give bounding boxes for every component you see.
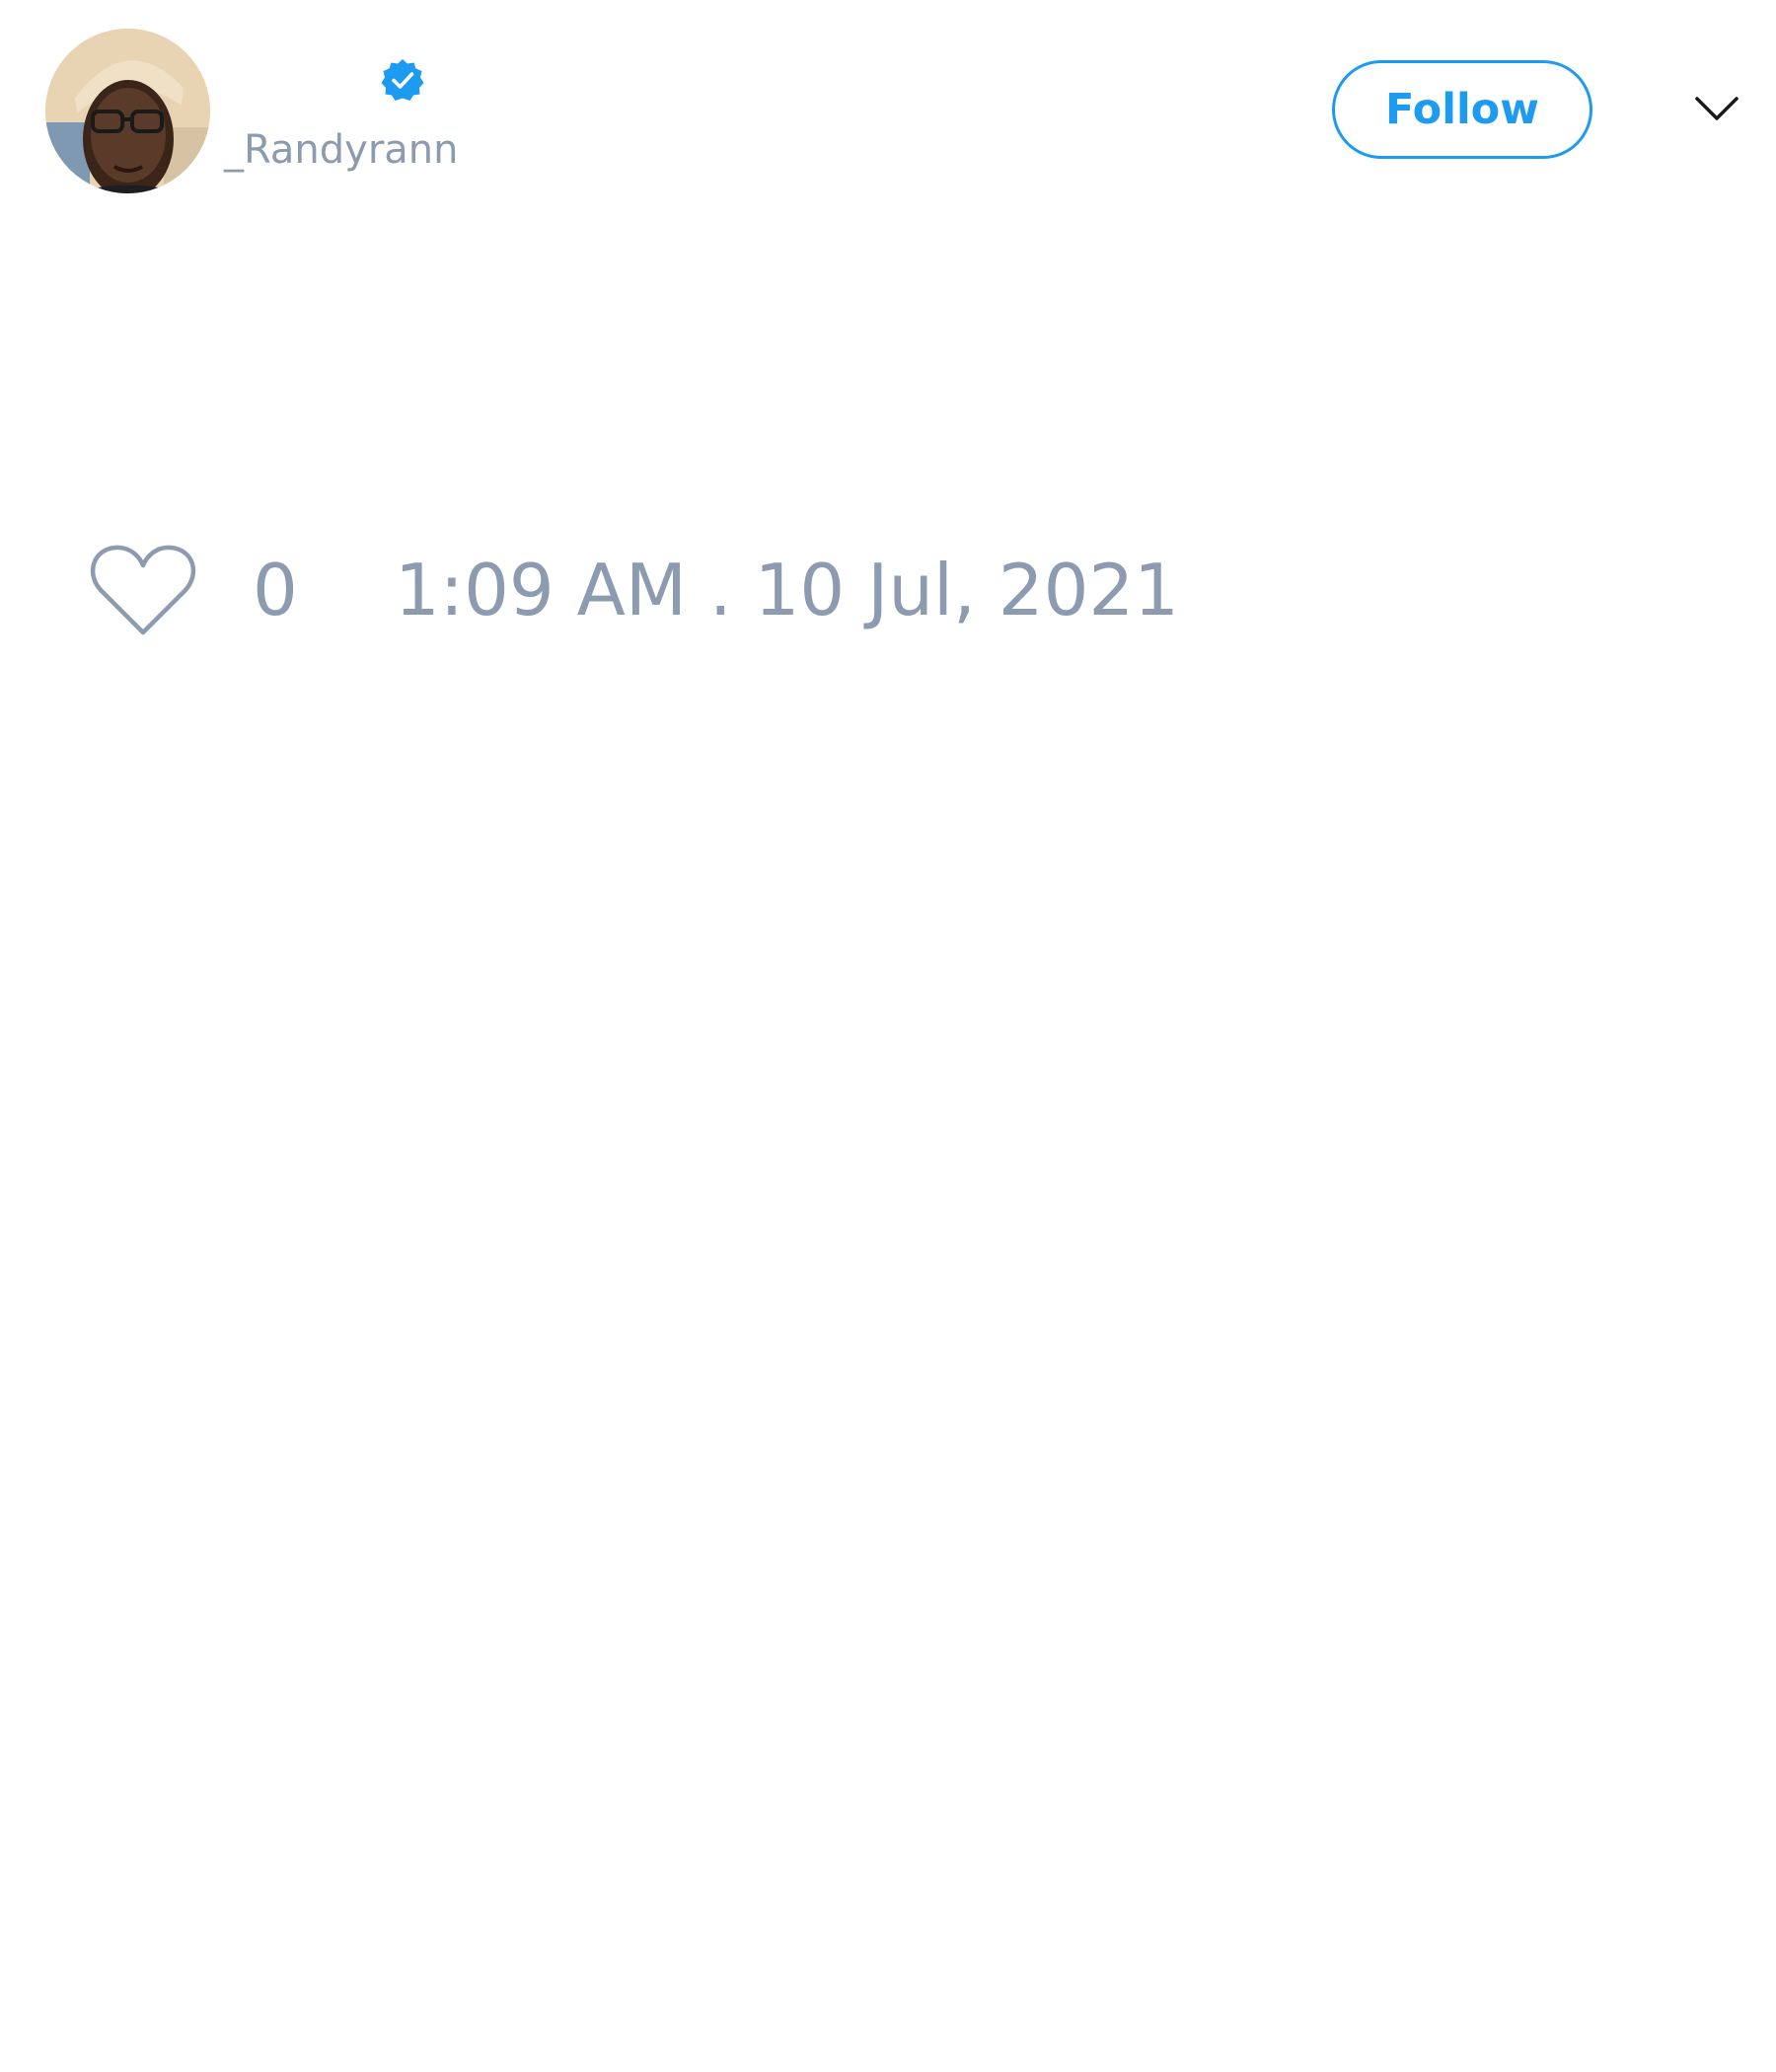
heart-outline-icon[interactable] — [90, 544, 196, 636]
chevron-down-icon[interactable] — [1694, 93, 1739, 124]
verified-badge-icon — [381, 59, 424, 101]
like-count: 0 — [253, 549, 298, 631]
follow-button[interactable]: Follow — [1332, 60, 1592, 159]
avatar-photo — [45, 29, 210, 193]
avatar[interactable] — [45, 29, 210, 193]
author-handle[interactable]: _Randyrann — [224, 125, 459, 175]
tweet-timestamp[interactable]: 1:09 AM . 10 Jul, 2021 — [395, 551, 1179, 629]
